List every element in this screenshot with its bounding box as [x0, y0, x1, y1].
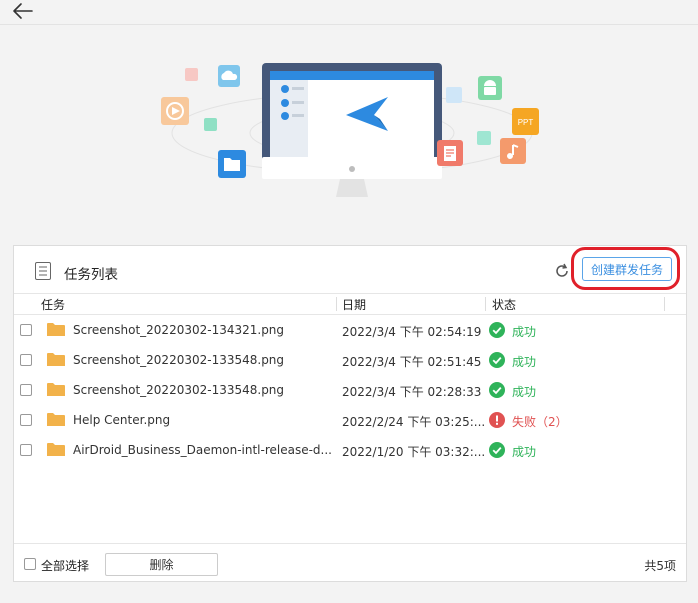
row-checkbox[interactable] [20, 324, 32, 336]
file-date: 2022/3/4 下午 02:51:45 [342, 355, 482, 369]
task-list-panel: 任务列表 创建群发任务 任务 日期 状态 Screenshot_20220302… [13, 245, 687, 582]
status-text[interactable]: 失败（2） [512, 413, 568, 430]
document-icon [437, 140, 463, 166]
small-square-mint-icon [477, 131, 491, 145]
small-square-blue-icon [446, 87, 462, 103]
table-row[interactable]: Screenshot_20220302-134321.png 2022/3/4 … [14, 315, 686, 345]
folder-icon [218, 150, 246, 178]
small-square-pink-icon [185, 68, 198, 81]
file-name: Screenshot_20220302-133548.png [73, 353, 285, 367]
music-icon [500, 138, 526, 164]
list-icon [35, 262, 51, 280]
ppt-icon: PPT [512, 108, 539, 135]
status-text: 成功 [512, 355, 537, 369]
column-divider [664, 297, 665, 311]
status-text: 成功 [512, 385, 537, 399]
error-exclamation-icon [489, 412, 505, 428]
success-check-icon [489, 352, 505, 368]
top-bar [0, 0, 698, 25]
row-checkbox[interactable] [20, 414, 32, 426]
file-name: Screenshot_20220302-134321.png [73, 323, 285, 337]
refresh-icon[interactable] [554, 263, 570, 279]
folder-icon [47, 323, 65, 336]
success-check-icon [489, 442, 505, 458]
file-date: 2022/3/4 下午 02:28:33 [342, 385, 482, 399]
highlight-circle-annotation [571, 247, 680, 290]
row-checkbox[interactable] [20, 444, 32, 456]
row-checkbox[interactable] [20, 354, 32, 366]
table-row[interactable]: AirDroid_Business_Daemon-intl-release-d.… [14, 435, 686, 465]
folder-icon [47, 383, 65, 396]
file-name: Screenshot_20220302-133548.png [73, 383, 285, 397]
file-date: 2022/3/4 下午 02:54:19 [342, 325, 482, 339]
hero-illustration: PPT [161, 63, 539, 197]
file-date: 2022/2/24 下午 03:25:... [342, 415, 486, 429]
file-name: Help Center.png [73, 413, 171, 427]
android-icon [478, 76, 502, 100]
ppt-label: PPT [518, 118, 534, 127]
column-header-date[interactable]: 日期 [342, 296, 366, 313]
monitor-graphic [262, 63, 442, 197]
panel-footer: 全部选择 删除 共5项 [14, 543, 686, 582]
panel-title: 任务列表 [64, 267, 118, 283]
column-divider [485, 297, 486, 311]
cloud-icon [218, 65, 240, 87]
success-check-icon [489, 382, 505, 398]
table-row[interactable]: Screenshot_20220302-133548.png 2022/3/4 … [14, 345, 686, 375]
success-check-icon [489, 322, 505, 338]
folder-icon [47, 443, 65, 456]
column-divider [336, 297, 337, 311]
status-text: 成功 [512, 445, 537, 459]
table-header: 任务 日期 状态 [14, 293, 686, 315]
folder-icon [47, 353, 65, 366]
total-count: 共5项 [644, 559, 676, 573]
select-all-checkbox[interactable] [24, 558, 36, 570]
file-date: 2022/1/20 下午 03:32:... [342, 445, 486, 459]
small-square-teal-icon [204, 118, 217, 131]
row-checkbox[interactable] [20, 384, 32, 396]
video-icon [161, 97, 189, 125]
file-name: AirDroid_Business_Daemon-intl-release-d.… [73, 443, 332, 457]
table-row[interactable]: Screenshot_20220302-133548.png 2022/3/4 … [14, 375, 686, 405]
delete-button[interactable]: 删除 [105, 553, 218, 576]
table-row[interactable]: Help Center.png 2022/2/24 下午 03:25:... 失… [14, 405, 686, 435]
select-all-label[interactable]: 全部选择 [41, 557, 89, 574]
folder-icon [47, 413, 65, 426]
status-text: 成功 [512, 325, 537, 339]
column-header-task[interactable]: 任务 [41, 296, 65, 313]
back-arrow-icon[interactable] [12, 2, 34, 20]
column-header-status[interactable]: 状态 [492, 296, 516, 313]
